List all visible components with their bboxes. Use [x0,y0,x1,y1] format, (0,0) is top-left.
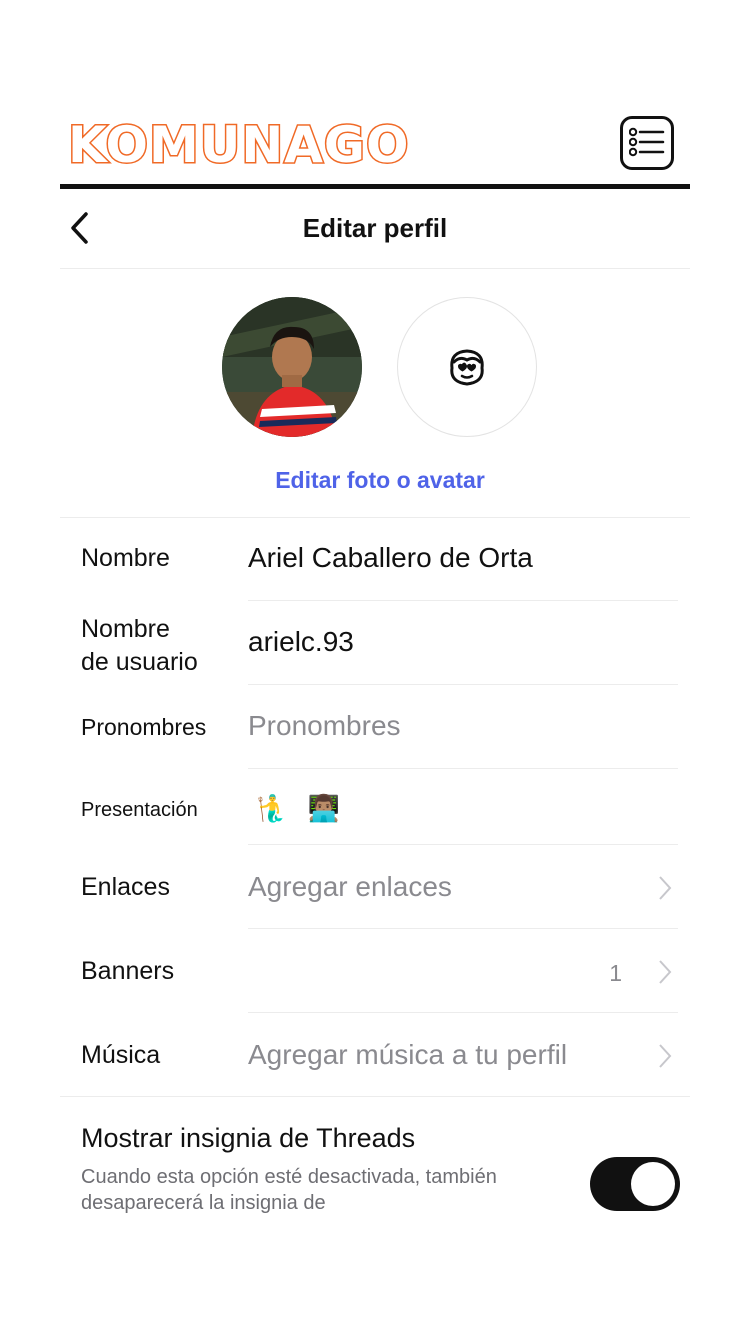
brand-bar: KOMUNAGO [60,112,690,188]
field-label: Pronombres [81,714,207,740]
threads-badge-description: Cuando esta opción esté desactivada, tam… [81,1166,497,1214]
chevron-right-icon [659,960,672,984]
page-title: Editar perfil [302,213,448,243]
bio-field[interactable]: 🧜‍♂️ 👨🏽‍💻 [256,793,346,824]
field-label: Nombre de usuario [81,613,198,679]
field-label: Banners [81,957,175,985]
field-label-line: de usuario [81,648,198,676]
field-label: Presentación [81,799,198,821]
app-frame: KOMUNAGO Editar perfil Editar foto o ava… [60,0,690,1329]
list-icon [629,127,665,157]
music-field[interactable]: Agregar música a tu perfil [248,1039,567,1071]
chevron-right-icon [659,876,672,900]
field-row-username[interactable]: Nombre de usuario arielc.93 [60,601,690,685]
field-row-banners[interactable]: Banners 1 [60,929,690,1013]
menu-button[interactable] [620,116,674,170]
avatar-section: Editar foto o avatar [60,268,690,518]
field-row-links[interactable]: Enlaces Agregar enlaces [60,845,690,929]
avatar-face-icon [450,349,484,386]
profile-photo-image [222,297,362,437]
profile-photo[interactable] [222,297,362,437]
banners-count: 1 [609,960,622,986]
field-row-name[interactable]: Nombre Ariel Caballero de Orta [60,518,690,601]
field-label: Nombre [81,544,170,572]
edit-photo-link[interactable]: Editar foto o avatar [60,467,700,494]
field-row-bio[interactable]: Presentación 🧜‍♂️ 👨🏽‍💻 [60,769,690,845]
pronouns-field[interactable]: Pronombres [248,710,401,742]
toggle-knob [631,1162,675,1206]
avatar-button[interactable] [397,297,537,437]
field-row-pronouns[interactable]: Pronombres Pronombres [60,685,690,769]
name-field[interactable]: Ariel Caballero de Orta [248,542,533,574]
threads-badge-toggle[interactable] [590,1157,680,1211]
chevron-right-icon [659,1044,672,1068]
field-label: Música [81,1041,161,1069]
username-field[interactable]: arielc.93 [248,626,354,658]
nav-header: Editar perfil [60,190,690,269]
field-label: Enlaces [81,873,170,901]
threads-badge-title: Mostrar insignia de Threads [81,1123,416,1153]
threads-badge-setting: Mostrar insignia de Threads Cuando esta … [60,1096,690,1227]
field-label-line: Nombre [81,615,170,643]
field-row-music[interactable]: Música Agregar música a tu perfil [60,1013,690,1096]
brand-logo[interactable]: KOMUNAGO [66,114,409,176]
brand-divider [60,184,690,189]
links-field[interactable]: Agregar enlaces [248,871,452,903]
